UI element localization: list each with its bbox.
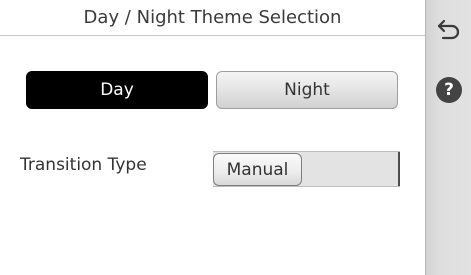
- transition-type-toggle[interactable]: Manual: [213, 151, 400, 187]
- page-title: Day / Night Theme Selection: [0, 0, 425, 36]
- help-icon: ?: [444, 80, 454, 100]
- toggle-track-end: [398, 152, 400, 186]
- transition-type-value[interactable]: Manual: [213, 153, 302, 186]
- help-button[interactable]: ?: [436, 77, 462, 103]
- day-theme-button[interactable]: Day: [26, 71, 208, 109]
- settings-panel: Day / Night Theme Selection Day Night Tr…: [0, 0, 425, 275]
- transition-type-label: Transition Type: [20, 155, 147, 175]
- night-theme-button[interactable]: Night: [216, 71, 398, 109]
- back-button[interactable]: [435, 16, 463, 44]
- back-arrow-icon: [437, 19, 460, 40]
